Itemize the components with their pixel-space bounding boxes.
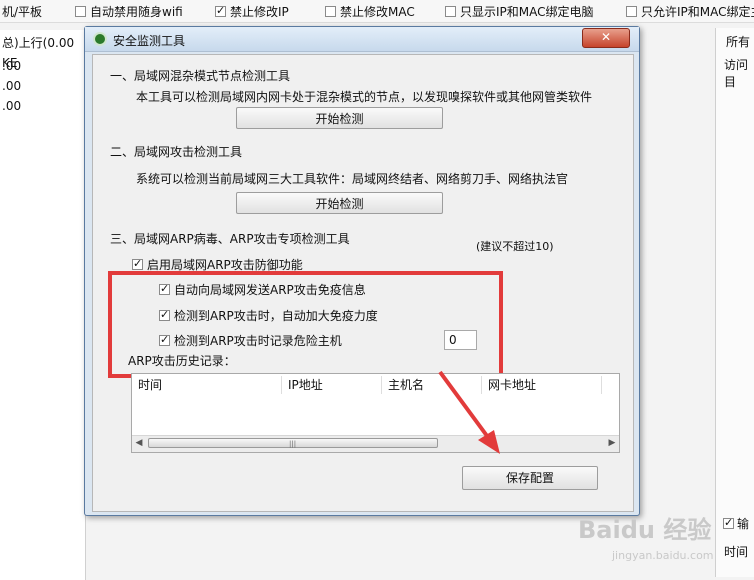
- baidu-watermark: Baidu 经验: [578, 516, 712, 544]
- annotation-arrow: [438, 370, 500, 454]
- baidu-watermark-url: jingyan.baidu.com: [612, 549, 714, 562]
- arrow-head: [478, 430, 500, 454]
- arrow-shaft: [438, 370, 492, 442]
